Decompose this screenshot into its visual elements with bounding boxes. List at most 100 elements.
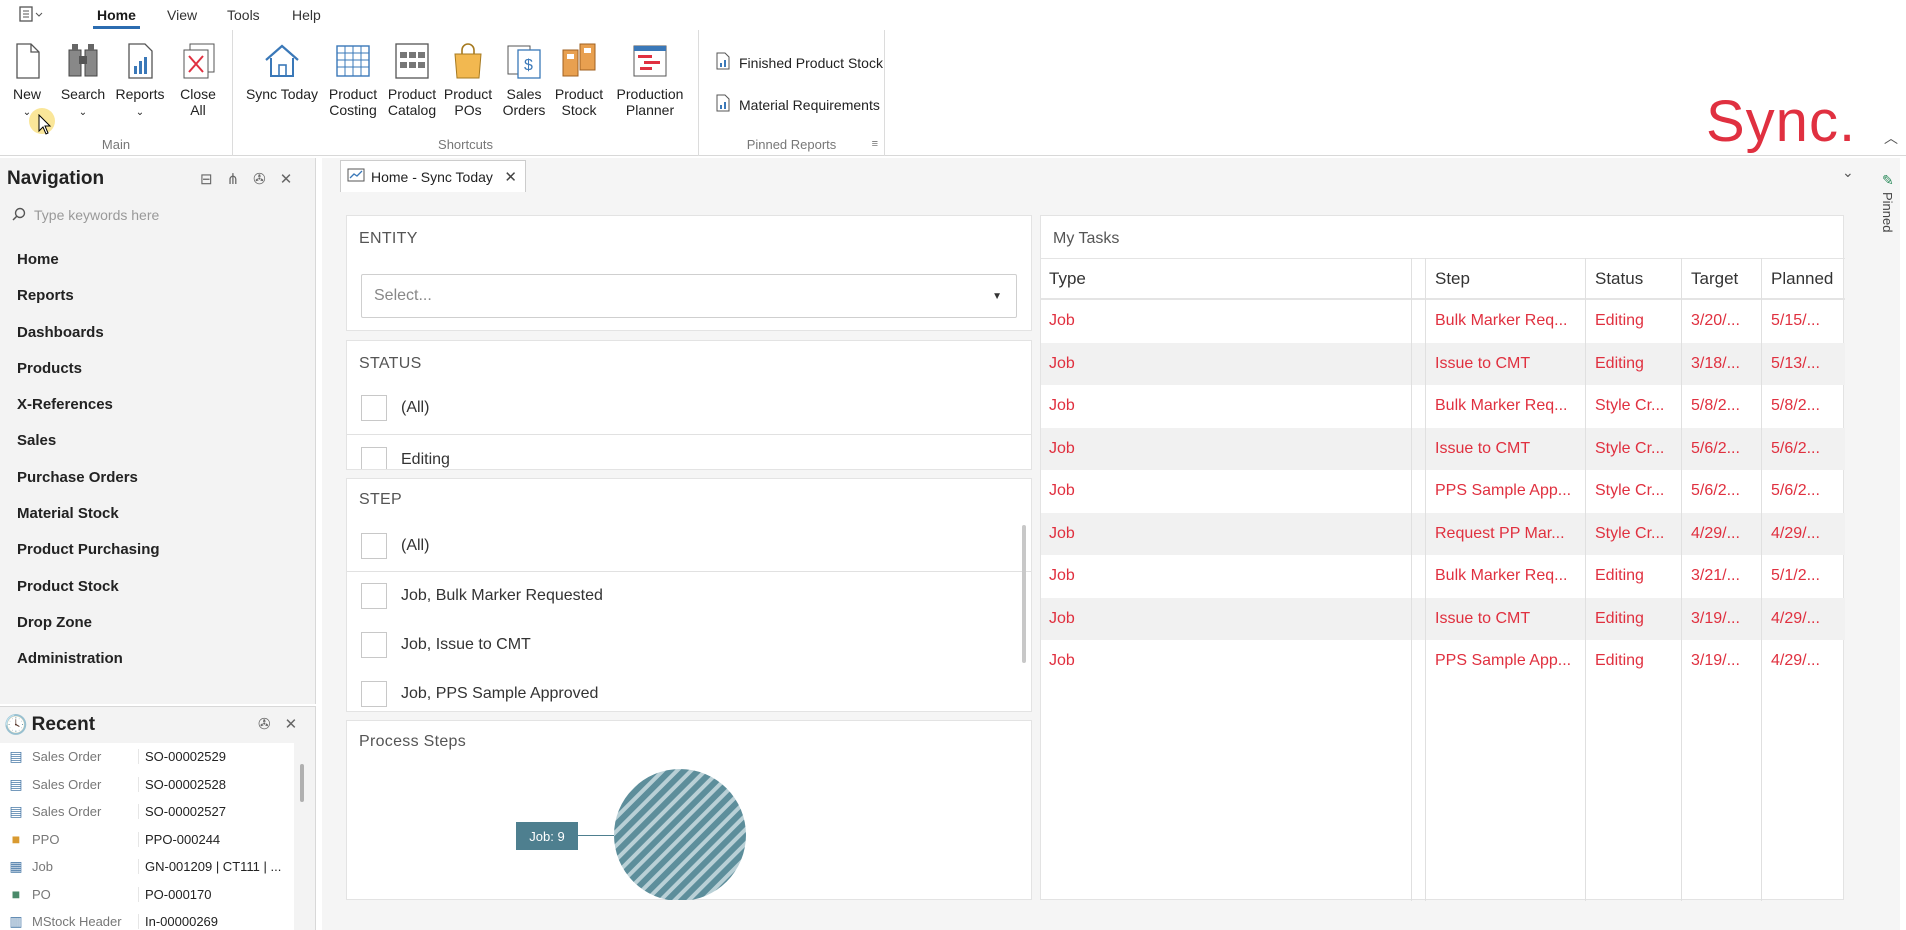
search-button[interactable]: Search ⌄: [58, 40, 108, 121]
list-item[interactable]: ▥ MStock Header In-00000269: [0, 908, 294, 930]
table-row[interactable]: Job PPS Sample App... Style Cr... 5/6/2... 5…: [1041, 470, 1845, 513]
list-item[interactable]: ▦ Job GN-001209 | CT111 | ...: [0, 853, 294, 881]
checkbox[interactable]: [361, 632, 387, 658]
pinned-report-material-requirements[interactable]: Material Requirements: [715, 94, 880, 115]
group-options-icon[interactable]: ≡: [872, 138, 878, 150]
nav-item-administration[interactable]: Administration: [17, 649, 160, 685]
tab-tools[interactable]: Tools: [227, 7, 260, 23]
ribbon-group-main: New ⌄ Search ⌄ Reports ⌄ Close All Main: [0, 30, 233, 156]
cell-step: Issue to CMT: [1435, 609, 1531, 627]
tab-home[interactable]: Home: [93, 7, 140, 29]
pin-icon[interactable]: ✇: [253, 170, 266, 188]
table-row[interactable]: Job Request PP Mar... Style Cr... 4/29/... 4…: [1041, 512, 1845, 555]
column-header-step[interactable]: Step: [1435, 269, 1470, 289]
cell-target: 3/21/...: [1691, 567, 1740, 584]
nav-item-sales[interactable]: Sales: [17, 431, 160, 467]
product-pos-button[interactable]: Product POs: [442, 40, 494, 118]
close-all-button[interactable]: Close All: [174, 40, 222, 118]
sales-order-icon: ▤: [9, 748, 23, 765]
table-row[interactable]: Job Issue to CMT Editing 3/19/... 4/29/...: [1041, 597, 1845, 640]
close-tab-icon[interactable]: ✕: [504, 168, 517, 186]
cell-step: Issue to CMT: [1435, 439, 1531, 457]
nav-item-material-stock[interactable]: Material Stock: [17, 504, 160, 540]
status-option-editing[interactable]: Editing: [361, 447, 450, 469]
step-option-bulk-marker[interactable]: Job, Bulk Marker Requested: [361, 583, 603, 609]
sync-today-button[interactable]: Sync Today: [245, 40, 319, 102]
cell-type: Job: [1049, 354, 1075, 372]
nav-item-product-stock[interactable]: Product Stock: [17, 577, 160, 613]
product-stock-button[interactable]: Product Stock: [553, 40, 605, 118]
report-icon: [120, 40, 160, 82]
column-header-target[interactable]: Target: [1691, 269, 1738, 289]
cell-target: 4/29/...: [1691, 524, 1740, 542]
ribbon: New ⌄ Search ⌄ Reports ⌄ Close All Main: [0, 30, 1906, 156]
product-costing-button[interactable]: Product Costing: [325, 40, 381, 118]
checkbox[interactable]: [361, 395, 387, 421]
pinned-report-finished-product-stock[interactable]: Finished Product Stock: [715, 52, 883, 73]
column-divider: [1425, 258, 1426, 901]
product-catalog-button[interactable]: Product Catalog: [384, 40, 440, 118]
cell-step: Issue to CMT: [1435, 354, 1531, 372]
table-row[interactable]: Job Bulk Marker Req... Editing 3/20/... 5/15…: [1041, 300, 1845, 343]
list-item[interactable]: ■ PO PO-000170: [0, 881, 294, 909]
app-menu-icon[interactable]: [18, 5, 48, 25]
nav-item-product-purchasing[interactable]: Product Purchasing: [17, 540, 160, 576]
navigation-search[interactable]: Type keywords here: [12, 202, 302, 228]
checkbox[interactable]: [361, 447, 387, 469]
table-row[interactable]: Job PPS Sample App... Editing 3/19/... 4/29/…: [1041, 640, 1845, 683]
checkbox[interactable]: [361, 533, 387, 559]
search-input[interactable]: Type keywords here: [34, 207, 159, 223]
column-header-planned[interactable]: Planned: [1771, 269, 1833, 289]
sales-order-icon: ▤: [9, 775, 23, 792]
recent-scrollbar[interactable]: [300, 764, 304, 802]
tab-help[interactable]: Help: [292, 7, 321, 23]
list-item[interactable]: ■ PPO PPO-000244: [0, 826, 294, 854]
production-planner-button[interactable]: Production Planner: [610, 40, 690, 118]
cell-planned: 4/29/...: [1771, 524, 1820, 542]
close-icon[interactable]: ✕: [280, 170, 293, 188]
list-item[interactable]: ▤ Sales Order SO-00002529: [0, 743, 294, 771]
checkbox[interactable]: [361, 681, 387, 707]
step-option-issue-cmt[interactable]: Job, Issue to CMT: [361, 632, 531, 658]
column-header-type[interactable]: Type: [1049, 269, 1086, 289]
step-option-all[interactable]: (All): [361, 533, 429, 559]
pinned-side-tab[interactable]: Pinned: [1880, 192, 1895, 232]
table-row[interactable]: Job Issue to CMT Style Cr... 5/6/2... 5/6/2.…: [1041, 427, 1845, 470]
nav-item-drop-zone[interactable]: Drop Zone: [17, 613, 160, 649]
table-row[interactable]: Job Bulk Marker Req... Style Cr... 5/8/2...…: [1041, 385, 1845, 428]
ribbon-group-shortcuts: Sync Today Product Costing Product Catal…: [233, 30, 699, 156]
close-icon[interactable]: ✕: [285, 715, 298, 733]
step-option-pps-sample[interactable]: Job, PPS Sample Approved: [361, 681, 598, 707]
tab-list-dropdown-icon[interactable]: ⌄: [1842, 164, 1854, 181]
collapse-all-icon[interactable]: ⊟: [200, 170, 213, 188]
cell-target: 3/20/...: [1691, 312, 1740, 329]
nav-item-home[interactable]: Home: [17, 250, 160, 286]
list-item[interactable]: ▤ Sales Order SO-00002528: [0, 771, 294, 799]
pin-icon[interactable]: ✇: [258, 715, 271, 733]
table-row[interactable]: Job Bulk Marker Req... Editing 3/21/... 5/1/…: [1041, 555, 1845, 598]
step-scrollbar[interactable]: [1022, 525, 1026, 663]
table-row[interactable]: Job Issue to CMT Editing 3/18/... 5/13/...: [1041, 342, 1845, 385]
document-tab-home[interactable]: Home - Sync Today ✕: [340, 160, 526, 192]
brand-logo: Sync.: [1706, 89, 1857, 154]
column-header-status[interactable]: Status: [1595, 269, 1643, 289]
nav-item-purchase-orders[interactable]: Purchase Orders: [17, 468, 160, 504]
grid-sheet-icon: [333, 40, 373, 82]
collapse-ribbon-icon[interactable]: ︿: [1884, 128, 1898, 148]
status-option-all[interactable]: (All): [361, 395, 429, 421]
nav-item-products[interactable]: Products: [17, 359, 160, 395]
recent-panel: 🕓 Recent ✇ ✕ ▤ Sales Order SO-00002529 ▤ Sa…: [0, 706, 316, 930]
reports-button[interactable]: Reports ⌄: [112, 40, 168, 121]
list-item[interactable]: ▤ Sales Order SO-00002527: [0, 798, 294, 826]
sales-orders-button[interactable]: $ Sales Orders: [498, 40, 550, 118]
tree-icon[interactable]: ⋔: [227, 170, 240, 188]
nav-item-dashboards[interactable]: Dashboards: [17, 323, 160, 359]
pie-slice-job[interactable]: [614, 769, 746, 900]
entity-select[interactable]: Select... ▼: [361, 274, 1017, 318]
cell-planned: 5/13/...: [1771, 354, 1820, 372]
nav-item-reports[interactable]: Reports: [17, 286, 160, 322]
checkbox[interactable]: [361, 583, 387, 609]
tab-view[interactable]: View: [167, 7, 197, 23]
nav-item-x-references[interactable]: X-References: [17, 395, 160, 431]
divider: [347, 434, 1031, 435]
